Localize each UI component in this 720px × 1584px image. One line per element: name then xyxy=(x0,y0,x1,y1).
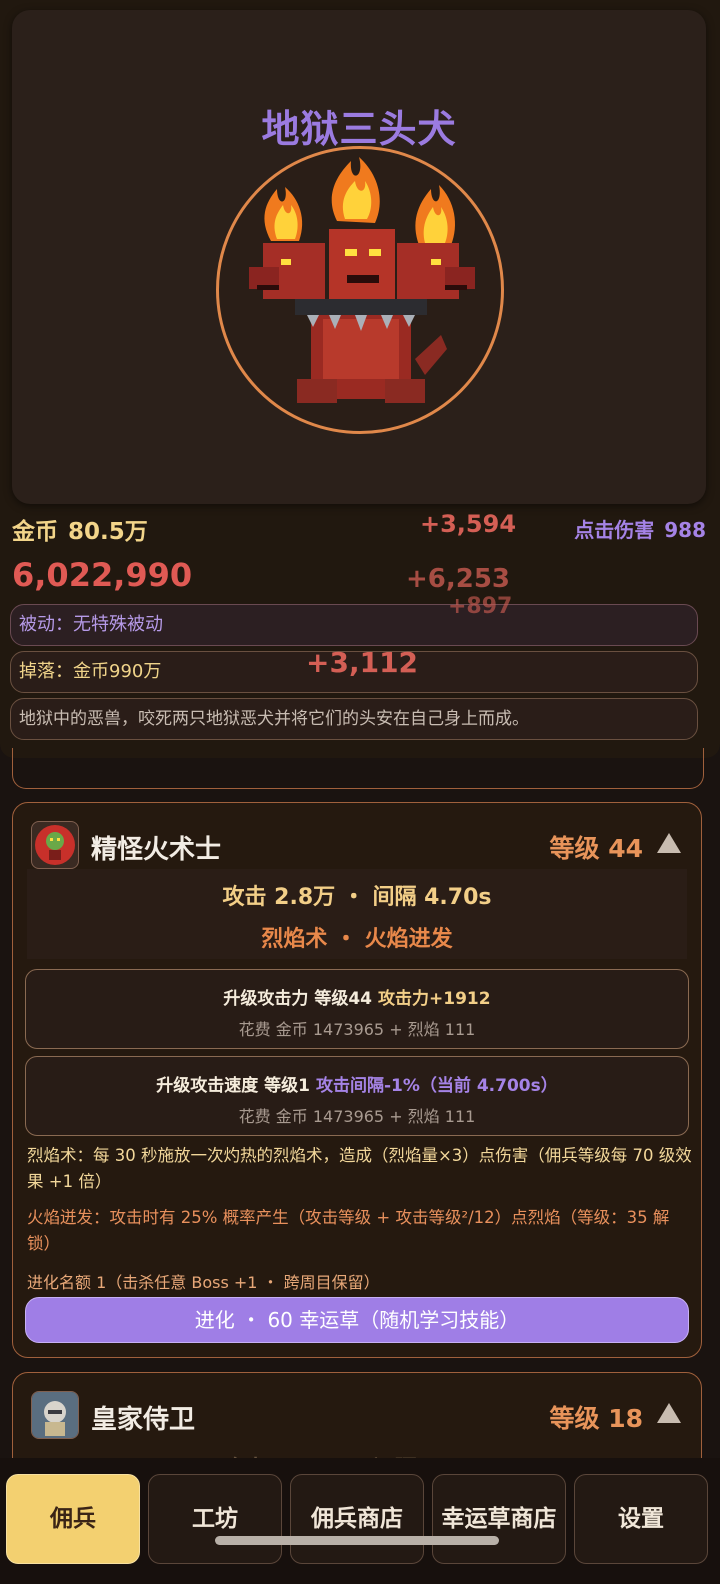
boss-description: 地狱中的恶兽，咬死两只地狱恶犬并将它们的头安在自己身上而成。 xyxy=(10,698,698,740)
upgrade-attack-button[interactable]: 升级攻击力 等级44 攻击力+1912 花费 金币 1473965 + 烈焰 11… xyxy=(25,969,689,1049)
skill-names: 烈焰术 ・ 火焰进发 xyxy=(261,927,453,952)
click-damage: 点击伤害 988 xyxy=(574,514,706,543)
click-damage-value: 988 xyxy=(664,518,706,542)
gold-label: 金币 xyxy=(12,519,58,545)
upgrade-attack-cost: 花费 金币 1473965 + 烈焰 111 xyxy=(238,1020,476,1039)
boss-card[interactable]: 地狱三头犬 xyxy=(12,10,706,504)
evolve-quota: 进化名额 1（击杀任意 Boss +1 ・ 跨周目保留） xyxy=(27,1273,380,1292)
click-damage-label: 点击伤害 xyxy=(574,518,655,542)
floating-damage: +3,112 xyxy=(306,646,419,679)
attack-interval: 攻击 2.8万 ・ 间隔 4.70s xyxy=(222,885,492,910)
mercenary-level: 等级 18 xyxy=(549,1404,644,1433)
cerberus-image xyxy=(249,157,475,403)
tab-workshop[interactable]: 工坊 xyxy=(148,1474,282,1564)
evolve-button[interactable]: 进化 ・ 60 幸运草（随机学习技能） xyxy=(25,1297,689,1343)
tab-mercenary-shop[interactable]: 佣兵商店 xyxy=(290,1474,424,1564)
floating-damage: +3,594 xyxy=(420,510,517,538)
tab-mercenary[interactable]: 佣兵 xyxy=(6,1474,140,1564)
boss-name: 地狱三头犬 xyxy=(261,107,457,151)
boss-hp: 6,022,990 xyxy=(12,556,193,594)
floating-damage: +6,253 xyxy=(406,564,511,594)
upgrade-speed-title: 升级攻击速度 等级1 xyxy=(156,1076,310,1096)
passive-text: 被动：无特殊被动 xyxy=(19,614,163,635)
upgrade-attack-title: 升级攻击力 等级44 xyxy=(223,989,372,1009)
upgrade-attack-effect: 攻击力+1912 xyxy=(378,989,491,1009)
mercenary-name: 精怪火术士 xyxy=(91,835,222,865)
gold-counter: 金币 80.5万 xyxy=(12,512,148,546)
goblin-icon xyxy=(35,825,75,865)
tab-clover-shop[interactable]: 幸运草商店 xyxy=(432,1474,566,1564)
boss-passive: 被动：无特殊被动 xyxy=(10,604,698,646)
mercenary-name: 皇家侍卫 xyxy=(91,1405,196,1435)
floating-damage: +897 xyxy=(448,594,513,619)
drop-text: 掉落：金币990万 xyxy=(19,661,162,682)
knight-icon xyxy=(32,1392,78,1438)
boss-portrait[interactable] xyxy=(216,146,504,434)
upgrade-speed-effect: 攻击间隔-1%（当前 4.700s） xyxy=(316,1076,558,1096)
royal-guard-avatar xyxy=(31,1391,79,1439)
collapse-arrow-icon[interactable] xyxy=(657,833,681,853)
upgrade-speed-button[interactable]: 升级攻击速度 等级1 攻击间隔-1%（当前 4.700s） 花费 金币 14739… xyxy=(25,1056,689,1136)
skill-description-flame: 烈焰术：每 30 秒施放一次灼热的烈焰术，造成（烈焰量×3）点伤害（佣兵等级每 … xyxy=(27,1146,692,1191)
upgrade-speed-cost: 花费 金币 1473965 + 烈焰 111 xyxy=(238,1107,476,1126)
goblin-pyromancer-avatar xyxy=(31,821,79,869)
gold-value: 80.5万 xyxy=(68,519,148,545)
home-indicator[interactable] xyxy=(215,1536,499,1545)
skill-description-burst: 火焰迸发：攻击时有 25% 概率产生（攻击等级 + 攻击等级²/12）点烈焰（等… xyxy=(27,1208,670,1253)
collapse-arrow-icon[interactable] xyxy=(657,1403,681,1423)
mercenary-card: 精怪火术士 等级 44 攻击 2.8万 ・ 间隔 4.70s 烈焰术 ・ 火焰进… xyxy=(12,802,702,1358)
bottom-nav: 佣兵 工坊 佣兵商店 幸运草商店 设置 xyxy=(0,1458,720,1584)
mercenary-stats: 攻击 2.8万 ・ 间隔 4.70s 烈焰术 ・ 火焰进发 xyxy=(27,869,687,959)
mercenary-header[interactable]: 皇家侍卫 等级 18 xyxy=(13,1373,701,1455)
description-text: 地狱中的恶兽，咬死两只地狱恶犬并将它们的头安在自己身上而成。 xyxy=(19,709,529,729)
tab-settings[interactable]: 设置 xyxy=(574,1474,708,1564)
previous-card-edge xyxy=(12,748,704,789)
boss-panel: 地狱三头犬 金币 80.5万 +3,594 点击伤害 988 6,022,990… xyxy=(0,0,720,758)
mercenary-level: 等级 44 xyxy=(549,834,644,863)
